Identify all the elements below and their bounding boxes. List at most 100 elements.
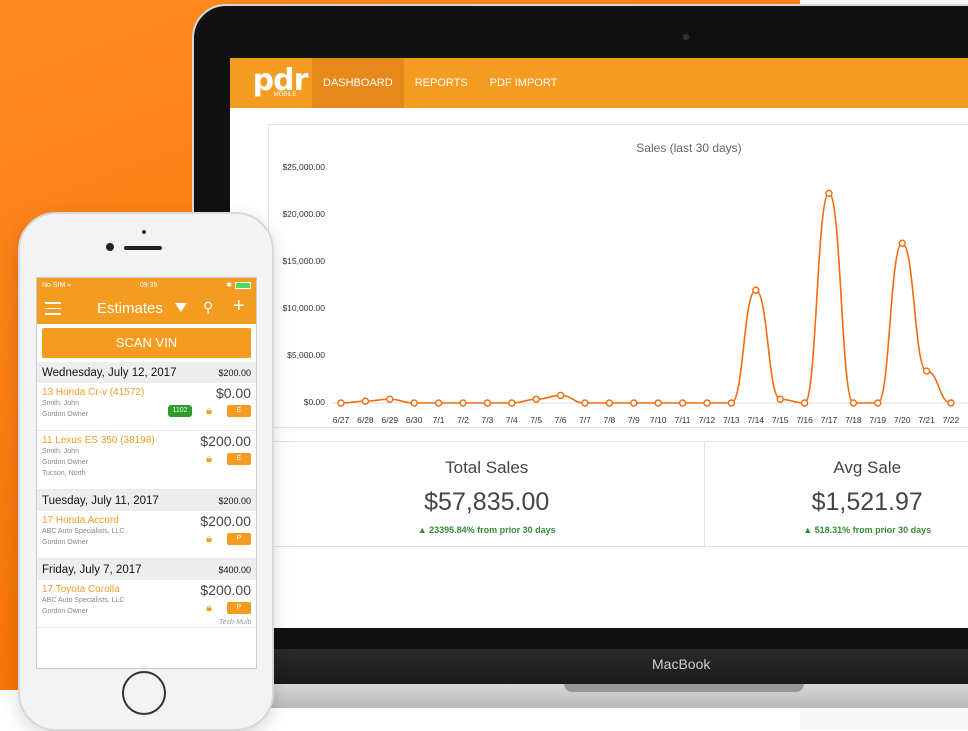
day-label: Tuesday, July 11, 2017 (42, 494, 159, 507)
add-icon[interactable]: + (233, 295, 245, 318)
status-badge: P (227, 533, 251, 545)
data-point-7-8[interactable] (605, 399, 614, 407)
data-point-7-1[interactable] (434, 399, 443, 407)
data-point-7-12[interactable] (703, 399, 711, 407)
data-point-7-21[interactable] (922, 367, 931, 375)
data-point-7-19[interactable] (874, 399, 882, 407)
lock-icon: 🔒︎ (206, 533, 212, 545)
data-point-7-16[interactable] (800, 399, 809, 407)
data-point-6-30[interactable] (410, 399, 418, 407)
data-point-7-15[interactable] (776, 395, 784, 403)
status-badge: E (227, 405, 251, 417)
avg-sale-change-text: 518.31% from prior 30 days (814, 525, 932, 535)
day-header: Wednesday, July 12, 2017 $200.00 (37, 362, 256, 383)
top-navbar: pdr MOBILE DASHBOARD REPORTS PDF IMPORT … (230, 58, 968, 108)
data-point-6-28[interactable] (361, 397, 370, 405)
data-point-6-29[interactable] (386, 395, 394, 403)
estimate-amount: $200.00 (200, 433, 251, 449)
estimate-item[interactable]: 13 Honda Cr-v (41572) Smith, John Gordon O… (37, 383, 256, 431)
total-sales-panel: Total Sales $57,835.00 ▲ 23395.84% from … (269, 442, 706, 546)
app-header: Estimates ⚲ + (37, 292, 256, 324)
filter-icon[interactable] (175, 303, 187, 312)
day-header: Friday, July 7, 2017 $400.00 (37, 559, 256, 580)
battery-area: ✱ (226, 281, 251, 289)
avg-sale-change: ▲ 518.31% from prior 30 days (705, 525, 968, 535)
data-point-7-7[interactable] (581, 399, 589, 407)
estimate-item[interactable]: 17 Toyota Corolla ABC Auto Specialists, L… (37, 580, 256, 628)
carrier-label: No SIM ≈ (42, 282, 71, 289)
data-point-7-2[interactable] (459, 399, 467, 407)
sales-chart-card: Sales (last 30 days) $25,000.00 $20,000.0… (268, 124, 968, 428)
data-point-7-4[interactable] (508, 399, 516, 407)
data-point-7-3[interactable] (483, 399, 492, 407)
estimate-amount: $200.00 (200, 513, 251, 529)
estimate-detail: Gordon Owner (42, 608, 88, 615)
screen-title: Estimates (97, 300, 163, 317)
total-sales-change-text: 23395.84% from prior 30 days (429, 525, 556, 535)
ro-number-badge: 1102 (168, 405, 192, 417)
up-arrow-icon: ▲ (417, 525, 430, 535)
day-header: Tuesday, July 11, 2017 $200.00 (37, 490, 256, 511)
data-point-7-18[interactable] (849, 399, 858, 407)
nav-reports[interactable]: REPORTS (404, 58, 479, 108)
sales-line-chart (331, 189, 968, 407)
total-sales-title: Total Sales (445, 458, 529, 477)
estimate-detail: Tucson, North (42, 470, 86, 477)
camera-icon (683, 34, 689, 40)
scan-vin-button[interactable]: SCAN VIN (42, 328, 251, 358)
sales-series-line (340, 192, 952, 404)
estimate-item[interactable]: 17 Honda Accord ABC Auto Specialists, LLC… (37, 511, 256, 559)
status-badge: P (227, 602, 251, 614)
pdr-logo[interactable]: pdr MOBILE (253, 58, 309, 108)
laptop-screen: pdr MOBILE DASHBOARD REPORTS PDF IMPORT … (230, 58, 968, 628)
data-point-7-11[interactable] (678, 399, 687, 407)
home-button[interactable] (122, 671, 166, 715)
tech-label: Tech-Multi (218, 619, 251, 626)
logo-text: pdr (252, 63, 309, 98)
day-total: $200.00 (218, 495, 251, 506)
data-point-7-22[interactable] (947, 399, 955, 407)
estimate-item[interactable]: 11 Lexus ES 350 (38198) Smith, John Gordon… (37, 431, 256, 490)
avg-sale-panel: Avg Sale $1,521.97 ▲ 518.31% from prior … (705, 442, 968, 546)
estimate-detail: Gordon Owner (42, 539, 88, 546)
data-point-7-13[interactable] (727, 399, 736, 407)
day-total: $200.00 (218, 367, 251, 378)
nav-pdf-import[interactable]: PDF IMPORT (479, 58, 569, 108)
total-sales-change: ▲ 23395.84% from prior 30 days (269, 525, 704, 535)
status-time: 09:35 (139, 281, 158, 289)
phone-speaker (124, 246, 162, 250)
estimate-detail: Gordon Owner (42, 459, 88, 466)
data-point-7-10[interactable] (654, 399, 662, 407)
avg-sale-title: Avg Sale (833, 458, 902, 477)
status-bar: No SIM ≈ 09:35 ✱ (37, 278, 256, 292)
phone: No SIM ≈ 09:35 ✱ Estimates ⚲ + SCAN VIN … (18, 212, 274, 731)
data-point-7-20[interactable] (898, 239, 906, 247)
front-camera-icon (106, 243, 114, 251)
search-icon[interactable]: ⚲ (203, 299, 213, 316)
logo-subtext: MOBILE (273, 92, 297, 98)
data-point-7-5[interactable] (532, 395, 540, 403)
stats-row: Total Sales $57,835.00 ▲ 23395.84% from … (268, 441, 968, 547)
status-badge: E (227, 453, 251, 465)
wifi-icon: ≈ (67, 281, 72, 289)
laptop-notch (564, 684, 804, 692)
estimates-list: Wednesday, July 12, 2017 $200.00 13 Hond… (37, 362, 256, 628)
lock-icon: 🔒︎ (206, 602, 212, 614)
battery-icon (234, 281, 251, 289)
carrier-text: No SIM (42, 281, 66, 289)
laptop-base (192, 649, 968, 685)
phone-screen: No SIM ≈ 09:35 ✱ Estimates ⚲ + SCAN VIN … (36, 277, 257, 669)
phone-sensor (142, 230, 146, 234)
nav-dashboard[interactable]: DASHBOARD (312, 58, 404, 108)
menu-icon[interactable] (45, 302, 61, 319)
estimate-amount: $200.00 (200, 582, 251, 598)
macbook-label: MacBook (652, 656, 711, 672)
bluetooth-icon: ✱ (226, 282, 232, 289)
data-point-7-6[interactable] (556, 391, 565, 400)
data-point-7-17[interactable] (825, 189, 833, 198)
data-point-7-14[interactable] (752, 286, 760, 294)
data-point-7-9[interactable] (630, 399, 638, 407)
data-point-6-27[interactable] (337, 399, 345, 407)
up-arrow-icon: ▲ (803, 525, 815, 535)
day-label: Friday, July 7, 2017 (42, 563, 142, 576)
